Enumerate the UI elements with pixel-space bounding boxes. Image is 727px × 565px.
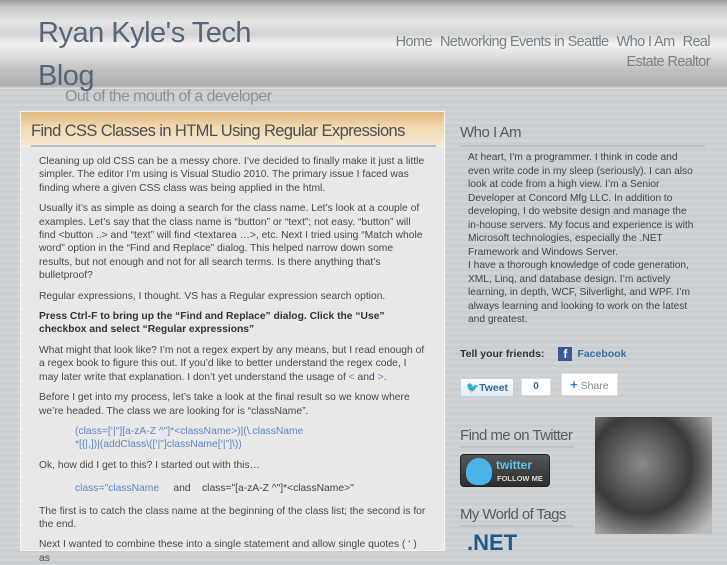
share-row: Tell your friends: f Facebook: [460, 346, 705, 361]
twitter-follow-button[interactable]: twitter FOLLOW ME: [460, 454, 550, 487]
facebook-link[interactable]: Facebook: [577, 348, 626, 360]
paragraph: Ok, how did I get to this? I started out…: [39, 459, 260, 471]
paragraph: The first is to catch the class name at …: [39, 505, 426, 530]
main-nav: Home Networking Events in Seattle Who I Am…: [360, 32, 711, 72]
code-block: class="className and class="[a-zA-Z ^"]*…: [39, 482, 426, 495]
post-body: Cleaning up old CSS can be a messy chore…: [21, 147, 444, 565]
tags-heading: My World of Tags: [460, 506, 574, 527]
author-photo: [595, 417, 712, 534]
site-title[interactable]: Ryan Kyle's Tech Blog: [38, 12, 298, 98]
twitter-heading: Find me on Twitter: [460, 427, 574, 448]
code-line: class="[a-zA-Z ^"]*<className>": [202, 483, 354, 495]
about-text: At heart, I’m a programmer. I think in c…: [460, 147, 698, 327]
paragraph: Press Ctrl-F to bring up the “Find and R…: [39, 311, 385, 336]
tag-link[interactable]: .NET: [467, 530, 517, 556]
sidebar: Who I Am At heart, I’m a programmer. I t…: [460, 124, 705, 397]
site-tagline: Out of the mouth of a developer: [65, 88, 272, 105]
paragraph: What might that look like? I’m not a reg…: [39, 344, 425, 383]
share-label: Share: [580, 380, 609, 392]
code-line: *[{|,])|(addClass\([‘|"]className[‘|"]\)…: [75, 439, 242, 451]
nav-who-i-am[interactable]: Who I Am: [617, 34, 676, 50]
tweet-label: Tweet: [479, 381, 509, 394]
post-title[interactable]: Find CSS Classes in HTML Using Regular E…: [31, 122, 444, 141]
paragraph: Usually it’s as simple as doing a search…: [39, 203, 423, 282]
post-header: Find CSS Classes in HTML Using Regular E…: [21, 112, 444, 147]
paragraph: Next I wanted to combine these into a si…: [39, 539, 417, 564]
divider: [31, 145, 436, 147]
who-i-am-heading: Who I Am: [460, 124, 705, 147]
text: I have a thorough knowledge of code gene…: [468, 260, 690, 325]
follow-me-label: FOLLOW ME: [497, 474, 543, 483]
share-buttons: 🐦Tweet 0 + Share: [460, 373, 705, 397]
paragraph: Before I get into my process, let’s take…: [39, 392, 410, 417]
twitter-bird-icon: [466, 458, 492, 485]
paragraph: Cleaning up old CSS can be a messy chore…: [39, 156, 425, 194]
code-block: (class=[‘|"][a-zA-Z ^"]*<className>)|(\.…: [39, 425, 426, 452]
text: At heart, I’m a programmer. I think in c…: [468, 152, 694, 258]
text: and: [354, 371, 378, 383]
tweet-button[interactable]: 🐦Tweet: [460, 377, 515, 397]
facebook-icon[interactable]: f: [558, 346, 573, 361]
tweet-count: 0: [521, 378, 552, 396]
paragraph: Regular expressions, I thought. VS has a…: [39, 290, 386, 302]
share-button[interactable]: + Share: [561, 373, 618, 396]
twitter-bird-icon: 🐦: [466, 381, 480, 394]
nav-networking-events[interactable]: Networking Events in Seattle: [440, 34, 609, 50]
post: Find CSS Classes in HTML Using Regular E…: [20, 111, 445, 564]
code-line: (class=[‘|"][a-zA-Z ^"]*<className>)|(\.…: [75, 425, 304, 437]
text: and: [173, 483, 191, 495]
twitter-logo: twitter: [496, 458, 532, 472]
code-gt: >: [377, 371, 384, 383]
nav-home[interactable]: Home: [396, 34, 433, 50]
tell-friends-label: Tell your friends:: [460, 347, 545, 360]
code-line: class="className: [75, 483, 160, 495]
plus-icon: +: [570, 377, 578, 392]
